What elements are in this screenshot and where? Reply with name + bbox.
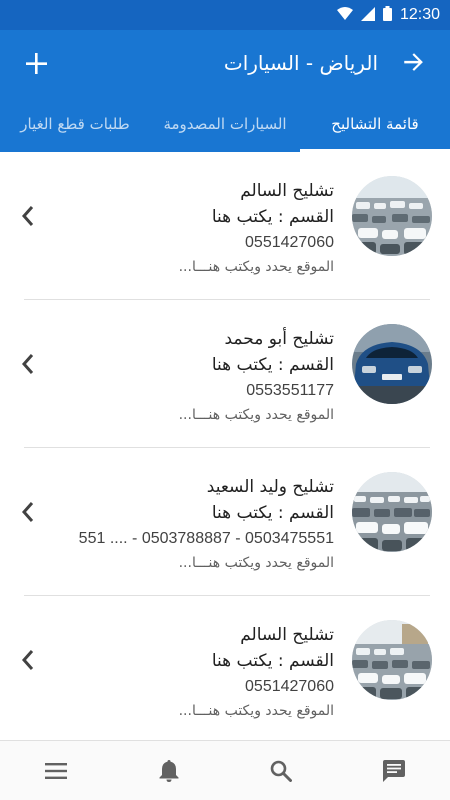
list-item-text: تشليح السالم القسم : يكتب هنا 0551427060…: [34, 622, 334, 722]
salvage-list: تشليح السالم القسم : يكتب هنا 0551427060…: [0, 152, 450, 738]
salvage-section: القسم : يكتب هنا: [211, 355, 334, 375]
salvage-section: القسم : يكتب هنا: [211, 503, 334, 523]
bottom-nav: [0, 740, 450, 800]
battery-icon: [382, 5, 392, 25]
wifi-icon: [336, 6, 353, 25]
list-item[interactable]: تشليح السالم القسم : يكتب هنا 0551427060…: [0, 596, 450, 738]
salvage-phone: 0551427060: [245, 678, 334, 695]
clock: 12:30: [399, 6, 440, 23]
page-title: الرياض - السيارات: [223, 51, 378, 75]
nav-menu[interactable]: [0, 741, 113, 800]
plus-icon: [26, 53, 47, 74]
arrow-forward-icon: [404, 53, 423, 71]
salvage-location: الموقع يحدد ويكتب هنـــا...: [178, 555, 334, 571]
nav-messages[interactable]: [338, 741, 450, 800]
list-item-text: تشليح وليد السعيد القسم : يكتب هنا 551 .…: [34, 474, 334, 574]
list-item[interactable]: تشليح وليد السعيد القسم : يكتب هنا 551 .…: [0, 448, 450, 596]
salvage-name: تشليح السالم: [240, 625, 334, 645]
list-item[interactable]: تشليح أبو محمد القسم : يكتب هنا 05535511…: [0, 300, 450, 448]
back-button[interactable]: [396, 45, 432, 81]
salvage-section: القسم : يكتب هنا: [211, 207, 334, 227]
chat-icon: [382, 759, 405, 782]
tab-bar: قائمة التشاليح السيارات المصدومة طلبات ق…: [0, 96, 450, 152]
chevron-left-icon[interactable]: [14, 202, 42, 230]
salvage-phone: 0553551177: [246, 382, 334, 399]
salvage-phone: 551 .... - 0503788887 - 0503475551: [78, 530, 334, 547]
chevron-left-icon[interactable]: [14, 498, 42, 526]
list-item[interactable]: تشليح السالم القسم : يكتب هنا 0551427060…: [0, 152, 450, 300]
menu-icon: [45, 762, 68, 779]
status-bar: 12:30: [0, 0, 450, 30]
tab-parts-requests[interactable]: طلبات قطع الغيار: [0, 96, 150, 152]
tab-salvage-list[interactable]: قائمة التشاليح: [300, 96, 450, 152]
avatar: [352, 176, 432, 256]
salvage-location: الموقع يحدد ويكتب هنـــا...: [178, 407, 334, 423]
salvage-phone: 0551427060: [245, 234, 334, 251]
salvage-location: الموقع يحدد ويكتب هنـــا...: [178, 259, 334, 275]
salvage-location: الموقع يحدد ويكتب هنـــا...: [178, 703, 334, 719]
search-icon: [270, 760, 293, 782]
avatar: [352, 324, 432, 404]
list-item-text: تشليح أبو محمد القسم : يكتب هنا 05535511…: [34, 326, 334, 426]
salvage-name: تشليح السالم: [240, 181, 334, 201]
list-item-text: تشليح السالم القسم : يكتب هنا 0551427060…: [34, 178, 334, 278]
chevron-left-icon[interactable]: [14, 350, 42, 378]
signal-icon: [360, 6, 375, 25]
tab-damaged-cars[interactable]: السيارات المصدومة: [150, 96, 300, 152]
salvage-section: القسم : يكتب هنا: [211, 651, 334, 671]
salvage-name: تشليح أبو محمد: [224, 329, 334, 349]
chevron-left-icon[interactable]: [14, 646, 42, 674]
app-bar: الرياض - السيارات: [0, 30, 450, 96]
add-button[interactable]: [18, 45, 54, 81]
avatar: [352, 472, 432, 552]
salvage-name: تشليح وليد السعيد: [206, 477, 334, 497]
nav-notifications[interactable]: [113, 741, 226, 800]
nav-search[interactable]: [225, 741, 338, 800]
avatar: [352, 620, 432, 700]
bell-icon: [159, 759, 179, 782]
